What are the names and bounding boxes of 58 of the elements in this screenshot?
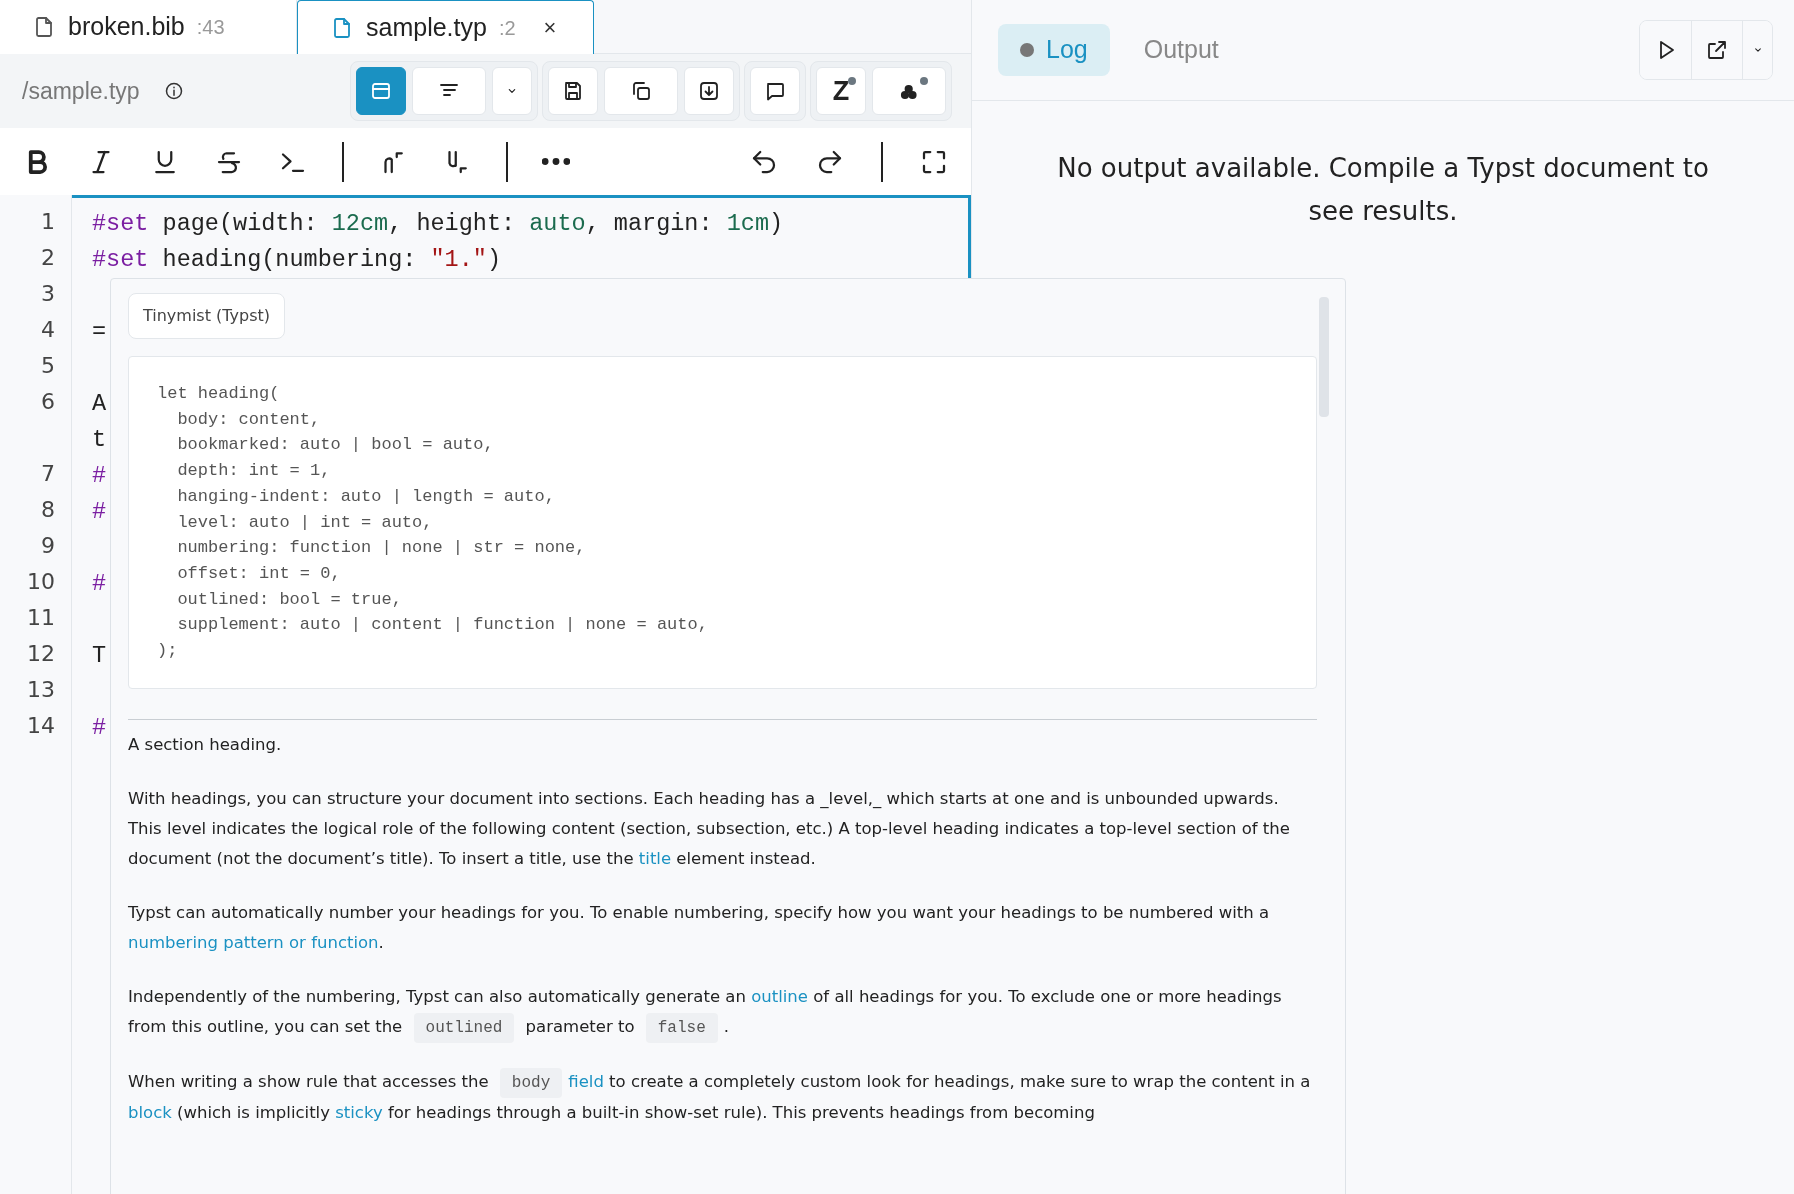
format-button[interactable] xyxy=(542,158,570,165)
line-number: 8 xyxy=(41,495,55,524)
line-number: 4 xyxy=(41,315,55,344)
line-number: 2 xyxy=(41,243,55,272)
doc-link[interactable]: outline xyxy=(751,986,808,1006)
code-line: A xyxy=(92,389,107,420)
line-number: 1 xyxy=(41,207,55,236)
inline-code: body xyxy=(499,1067,563,1098)
line-number: 9 xyxy=(41,531,55,560)
panel-tab[interactable]: Log xyxy=(998,24,1110,76)
doc-paragraph: A section heading. xyxy=(128,733,283,756)
doc-link[interactable]: title xyxy=(638,848,672,868)
line-number: 14 xyxy=(27,711,55,740)
source-label: Tinymist (Typst) xyxy=(128,293,286,339)
tab-count: :2 xyxy=(498,15,516,41)
code-line: # xyxy=(92,713,107,744)
line-number: 13 xyxy=(27,675,55,704)
line-number: 6 xyxy=(41,387,55,416)
line-number: 7 xyxy=(41,459,55,488)
code-line: #set page(width: 12cm, height: auto, margin: 1cm) xyxy=(92,209,784,240)
code-line: T xyxy=(92,641,107,672)
doc-link[interactable]: field xyxy=(568,1071,604,1091)
file-tab[interactable]: broken.bib :43 xyxy=(0,0,297,54)
code-block: let heading( body: content, bookmarked: auto | bool = auto, depth: int = 1, hanging-indent: auto | length = auto, level: auto | int = auto, numbering: function | none | str = none, offset: int = 0, outlined: bool = true, supplement: auto | content | function | none = auto, ); xyxy=(128,356,1317,689)
code-line: # xyxy=(92,461,107,492)
more-icon xyxy=(542,158,570,165)
toolbar-button[interactable]: Z xyxy=(816,67,866,115)
doc-link[interactable]: block xyxy=(128,1102,172,1122)
tab-label: sample.typ xyxy=(366,11,487,43)
doc-paragraph: Independently of the numbering, Typst can also automatically generate an outline of all headings for you. To exclude one or more headings from this outline, you can set the outlined parameter to false . xyxy=(128,981,1317,1043)
doc-paragraph: Typst can automatically number your headings for you. To enable numbering, specify how you want your headings to be numbered with a numbering pattern or function. xyxy=(128,901,1271,954)
code-line: #set heading(numbering: "1.") xyxy=(92,245,501,276)
line-number: 11 xyxy=(27,603,55,632)
line-number: 5 xyxy=(41,351,55,380)
doc-link[interactable]: sticky xyxy=(335,1102,383,1122)
scrollbar-thumb[interactable] xyxy=(1319,297,1329,417)
line-number: 12 xyxy=(27,639,55,668)
line-number: 10 xyxy=(27,567,55,596)
tab-count: :43 xyxy=(196,15,225,40)
inline-code: false xyxy=(645,1012,718,1043)
doc-paragraph: With headings, you can structure your document into sections. Each heading has a _level,_ which starts at one and is unbounded upwards. This level indicates the logical role of the following content (section, subsection, etc.) A top-level heading indicates a top-level section of the document (not the document’s title). To insert a title, use the title element instead. xyxy=(128,787,1291,870)
code-line: # xyxy=(92,497,107,528)
external-link-icon xyxy=(1705,38,1729,62)
code-line: t xyxy=(92,425,107,456)
close-button[interactable]: × xyxy=(543,11,557,44)
doc-paragraph: When writing a show rule that accesses the body field to create a completely custom look for headings, make sure to wrap the content in a block (which is implicitly sticky for headings through a built-in show-set rule). This prevents headings from becoming xyxy=(128,1066,1317,1128)
file-path: /sample.typ xyxy=(22,76,140,106)
code-line: = xyxy=(92,317,107,348)
code-line: # xyxy=(92,569,107,600)
line-number: 3 xyxy=(41,279,55,308)
empty-message: No output available. Compile a Typst document to see results. xyxy=(1056,152,1710,228)
file-tab[interactable]: sample.typ :2 × xyxy=(297,0,594,54)
download-icon xyxy=(697,79,721,103)
panel-tab[interactable]: Output xyxy=(1121,24,1241,76)
inline-code: outlined xyxy=(413,1012,515,1043)
info-icon xyxy=(163,81,184,101)
tab-label: broken.bib xyxy=(68,11,185,43)
doc-link[interactable]: numbering pattern or function xyxy=(128,932,379,952)
